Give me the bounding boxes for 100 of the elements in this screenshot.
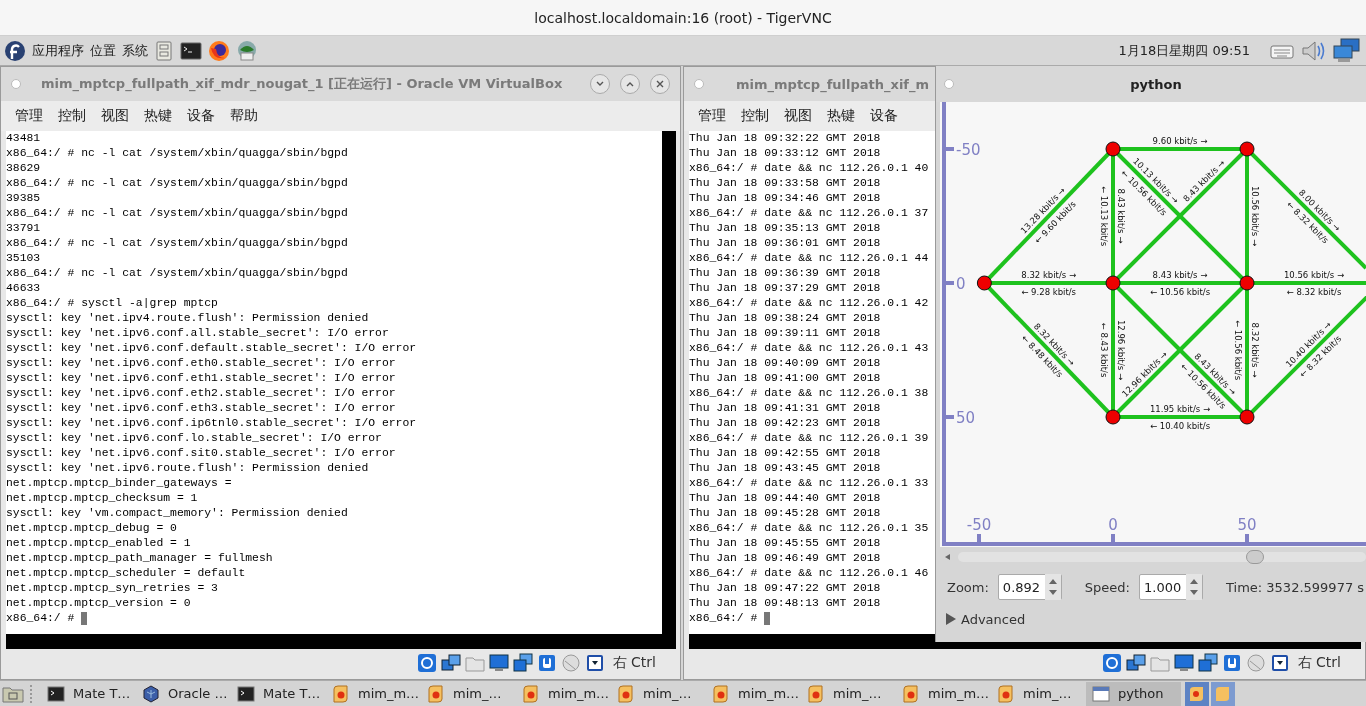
taskbar-item[interactable]: mim_… (611, 681, 706, 706)
edge-label: ← 10.13 kbit/s (1099, 185, 1109, 247)
edge-label: 8.43 kbit/s → (1152, 270, 1208, 280)
terminal-line: Thu Jan 18 09:33:58 GMT 2018 (689, 176, 881, 191)
window-menu-dot[interactable] (694, 79, 704, 89)
terminal-line: net.mptcp.mptcp_scheduler = default (6, 566, 246, 581)
edge-label: ← 10.40 kbit/s (1149, 421, 1211, 431)
chip-icon[interactable] (1221, 653, 1242, 673)
clock[interactable]: 1月18日星期四 09:51 (1118, 41, 1250, 60)
terminal-line: Thu Jan 18 09:37:29 GMT 2018 (689, 281, 881, 296)
menu-item[interactable]: 视图 (784, 107, 812, 125)
terminal-line: x86_64:/ # nc -l cat /system/xbin/quagga/sbin/bgpd (6, 206, 348, 221)
scrollbar-thumb[interactable] (1246, 550, 1264, 564)
app-icon (617, 684, 635, 703)
taskbar-item[interactable]: mim_… (421, 681, 516, 706)
browser-icon[interactable] (208, 39, 230, 62)
terminal-line: sysctl: key 'net.ipv4.route.flush': Permission denied (6, 311, 369, 326)
panel-menu[interactable]: 位置 (90, 41, 116, 60)
cabinet-icon[interactable] (154, 40, 174, 61)
taskbar-item[interactable]: mim_… (991, 681, 1086, 706)
taskbar-item[interactable]: Oracle … (136, 681, 231, 706)
terminal-line: 33791 (6, 221, 41, 236)
terminal-line: x86_64:/ # date && nc 112.26.0.1 46 (689, 566, 929, 581)
terminal-line: Thu Jan 18 09:41:00 GMT 2018 (689, 371, 881, 386)
taskbar-item[interactable]: Mate T… (41, 681, 136, 706)
terminal-line: 38629 (6, 161, 41, 176)
download-icon[interactable] (1269, 653, 1290, 673)
terminal-line: sysctl: key 'net.ipv6.conf.eth3.stable_secret': I/O error (6, 401, 396, 416)
windows-icon[interactable] (1197, 653, 1218, 673)
terminal-icon[interactable] (180, 40, 202, 61)
spin-field[interactable]: 1.000 (1139, 574, 1203, 600)
menu-item[interactable]: 管理 (15, 107, 43, 125)
app-icon (997, 684, 1015, 703)
window-menu-dot[interactable] (944, 79, 954, 89)
edge-label: 10.56 kbit/s → (1250, 185, 1260, 247)
axis-tick-label: 50 (1237, 516, 1257, 534)
network-icon[interactable] (1125, 653, 1146, 673)
menu-item[interactable]: 控制 (58, 107, 86, 125)
axis-tick-label: -50 (966, 516, 992, 534)
download-icon[interactable] (584, 653, 605, 673)
terminal-line: x86_64:/ # nc -l cat /system/xbin/quagga/sbin/bgpd (6, 146, 348, 161)
menu-item[interactable]: 视图 (101, 107, 129, 125)
terminal-line: 39385 (6, 191, 41, 206)
terminal-icon (47, 684, 65, 703)
logo-icon[interactable] (4, 39, 26, 62)
menu-item[interactable]: 热键 (827, 107, 855, 125)
scrollbar-track[interactable] (958, 552, 1366, 562)
field-label: Zoom: (947, 579, 989, 595)
workspace-icon[interactable] (1185, 681, 1209, 706)
windows-icon[interactable] (512, 653, 533, 673)
spin-arrows-icon[interactable] (1186, 574, 1202, 600)
close-icon[interactable] (655, 79, 665, 89)
menu-item[interactable]: 设备 (187, 107, 215, 125)
taskbar-item[interactable]: python (1086, 681, 1181, 706)
mail-icon[interactable] (236, 39, 258, 62)
node-circle (1105, 409, 1121, 425)
app-icon (807, 684, 825, 703)
terminal-line: sysctl: key 'net.ipv6.conf.eth0.stable_secret': I/O error (6, 356, 396, 371)
taskbar-item[interactable]: mim_… (801, 681, 896, 706)
taskbar-item[interactable]: mim_m… (706, 681, 801, 706)
expander-arrow-icon[interactable] (946, 613, 956, 625)
network-icon[interactable] (1332, 37, 1362, 64)
taskbar-item[interactable]: Mate T… (231, 681, 326, 706)
menu-item[interactable]: 帮助 (230, 107, 258, 125)
display-icon[interactable] (488, 653, 509, 673)
menu-item[interactable]: 设备 (870, 107, 898, 125)
close-button[interactable] (650, 74, 670, 94)
edge-label: 10.56 kbit/s → (1283, 270, 1345, 280)
terminal-line: sysctl: key 'net.ipv6.route.flush': Permission denied (6, 461, 369, 476)
taskbar-item[interactable]: mim_m… (326, 681, 421, 706)
menu-item[interactable]: 控制 (741, 107, 769, 125)
menu-item[interactable]: 管理 (698, 107, 726, 125)
terminal-line: x86_64:/ # nc -l cat /system/xbin/quagga/sbin/bgpd (6, 236, 348, 251)
panel-menu[interactable]: 应用程序 (32, 41, 84, 60)
terminal-line: Thu Jan 18 09:41:31 GMT 2018 (689, 401, 881, 416)
taskbar-item[interactable]: mim_m… (516, 681, 611, 706)
taskbar-item[interactable]: mim_m… (896, 681, 991, 706)
terminal-line: x86_64:/ # date && nc 112.26.0.1 43 (689, 341, 929, 356)
speaker-icon[interactable] (1300, 38, 1326, 63)
edge-label: ← 8.32 kbit/s (1286, 287, 1342, 297)
terminal-line: net.mptcp.mptcp_debug = 0 (6, 521, 177, 536)
chip-icon[interactable] (536, 653, 557, 673)
panel-menu[interactable]: 系统 (122, 41, 148, 60)
scroll-left-icon[interactable] (944, 553, 952, 561)
spin-arrows-icon[interactable] (1044, 574, 1061, 600)
node-circle (976, 275, 992, 291)
display-icon[interactable] (1173, 653, 1194, 673)
time-label: Time: 3532.599977 s (1226, 579, 1365, 595)
spin-field[interactable]: 0.892 (997, 574, 1062, 600)
host-key-label: 右 Ctrl (612, 654, 656, 672)
window-menu-dot[interactable] (11, 79, 21, 89)
edge-label: 11.95 kbit/s → (1149, 404, 1211, 414)
terminal-line: Thu Jan 18 09:46:49 GMT 2018 (689, 551, 881, 566)
menu-item[interactable]: 热键 (144, 107, 172, 125)
network-icon[interactable] (440, 653, 461, 673)
edge-label: ← 10.56 kbit/s (1149, 287, 1211, 297)
terminal-line: x86_64:/ # date && nc 112.26.0.1 39 (689, 431, 929, 446)
terminal-line: sysctl: key 'net.ipv6.conf.all.stable_secret': I/O error (6, 326, 389, 341)
expander[interactable]: Advanced (936, 607, 1366, 631)
terminal-line: Thu Jan 18 09:35:13 GMT 2018 (689, 221, 881, 236)
